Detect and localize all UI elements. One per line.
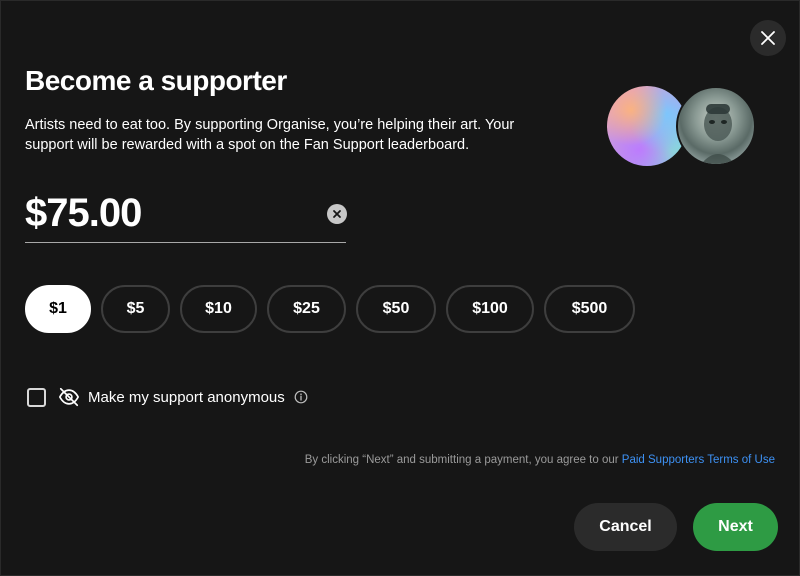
next-button[interactable]: Next — [693, 503, 778, 551]
preset-chip[interactable]: $50 — [356, 285, 436, 333]
clear-amount-button[interactable] — [327, 204, 347, 224]
close-button[interactable] — [750, 20, 786, 56]
anonymous-label: Make my support anonymous — [88, 388, 285, 406]
preset-chip[interactable]: $100 — [446, 285, 534, 333]
gradient-avatar — [607, 86, 687, 166]
anonymous-checkbox[interactable] — [27, 387, 46, 407]
preset-chip[interactable]: $1 — [25, 285, 91, 333]
preset-chip[interactable]: $500 — [544, 285, 635, 333]
preset-chip[interactable]: $10 — [180, 285, 257, 333]
eye-slash-icon — [58, 385, 82, 409]
terms-text: By clicking “Next” and submitting a paym… — [304, 454, 619, 466]
support-dialog: Become a supporter Artists need to eat t… — [0, 0, 800, 576]
terms-notice: By clicking “Next” and submitting a paym… — [305, 454, 775, 466]
artist-photo-avatar — [676, 86, 756, 166]
clear-icon — [333, 210, 341, 218]
info-icon[interactable] — [294, 390, 308, 404]
preset-chip[interactable]: $25 — [267, 285, 346, 333]
close-icon — [761, 31, 775, 45]
anonymous-option: Make my support anonymous — [27, 385, 308, 409]
cancel-button[interactable]: Cancel — [574, 503, 677, 551]
terms-link[interactable]: Paid Supporters Terms of Use — [622, 454, 775, 466]
preset-amounts: $1 $5 $10 $25 $50 $100 $500 — [25, 285, 645, 333]
dialog-description: Artists need to eat too. By supporting O… — [25, 117, 515, 153]
amount-value: $75.00 — [25, 191, 142, 235]
amount-field[interactable]: $75.00 — [25, 189, 347, 243]
artist-avatars — [607, 86, 757, 168]
dialog-title: Become a supporter — [25, 65, 287, 96]
preset-chip[interactable]: $5 — [101, 285, 170, 333]
